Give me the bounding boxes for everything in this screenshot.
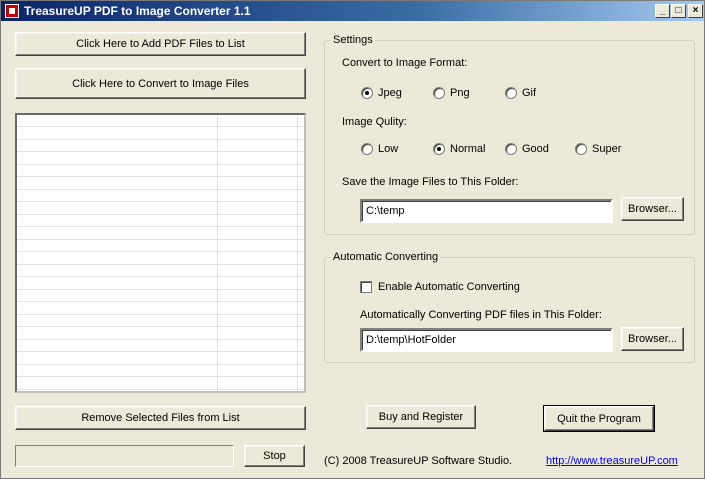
settings-legend: Settings (333, 34, 373, 46)
save-folder-label: Save the Image Files to This Folder: (342, 176, 519, 188)
convert-to-images-button[interactable]: Click Here to Convert to Image Files (15, 68, 306, 99)
maximize-button[interactable]: □ (671, 4, 686, 18)
hot-folder-input[interactable]: D:\temp\HotFolder (360, 328, 613, 352)
list-row[interactable] (17, 203, 304, 215)
list-row[interactable] (17, 253, 304, 265)
app-window: TreasureUP PDF to Image Converter 1.1 _ … (0, 0, 705, 479)
quality-radio-label: Super (592, 143, 622, 155)
quality-radio-label: Normal (450, 143, 486, 155)
list-row[interactable] (17, 178, 304, 190)
radio-dot-icon (433, 87, 445, 99)
list-row[interactable] (17, 140, 304, 152)
list-row[interactable] (17, 215, 304, 227)
title-bar[interactable]: TreasureUP PDF to Image Converter 1.1 _ … (1, 1, 704, 21)
save-folder-browse-button[interactable]: Browser... (621, 197, 684, 221)
format-radio-label: Jpeg (378, 87, 402, 99)
quality-radio-label: Good (522, 143, 549, 155)
list-row[interactable] (17, 153, 304, 165)
image-format-label: Convert to Image Format: (342, 57, 468, 69)
format-radio-label: Png (450, 87, 470, 99)
radio-dot-icon (361, 87, 373, 99)
quality-radio-label: Low (378, 143, 399, 155)
window-title: TreasureUP PDF to Image Converter 1.1 (24, 4, 251, 18)
list-row[interactable] (17, 328, 304, 340)
close-button[interactable]: × (688, 4, 703, 18)
list-row[interactable] (17, 165, 304, 177)
list-row[interactable] (17, 278, 304, 290)
remove-selected-files-button[interactable]: Remove Selected Files from List (15, 406, 306, 430)
copyright-text: (C) 2008 TreasureUP Software Studio. (324, 455, 513, 467)
list-row[interactable] (17, 228, 304, 240)
radio-dot-icon (505, 87, 517, 99)
pdf-file-list[interactable] (15, 113, 306, 393)
quality-radio-good[interactable]: Good (505, 143, 549, 155)
website-link[interactable]: http://www.treasureUP.com (546, 455, 678, 467)
hot-folder-browse-button[interactable]: Browser... (621, 327, 684, 351)
list-row[interactable] (17, 128, 304, 140)
hot-folder-label: Automatically Converting PDF files in Th… (360, 309, 602, 321)
list-row[interactable] (17, 115, 304, 127)
stop-button[interactable]: Stop (244, 445, 305, 467)
list-row[interactable] (17, 340, 304, 352)
quality-radio-low[interactable]: Low (361, 143, 398, 155)
radio-dot-icon (433, 143, 445, 155)
image-quality-label: Image Qulity: (342, 116, 407, 128)
list-row[interactable] (17, 365, 304, 377)
radio-dot-icon (361, 143, 373, 155)
list-row[interactable] (17, 303, 304, 315)
radio-dot-icon (575, 143, 587, 155)
minimize-button[interactable]: _ (655, 4, 670, 18)
quit-program-button[interactable]: Quit the Program (543, 405, 655, 432)
quality-radio-super[interactable]: Super (575, 143, 621, 155)
quality-radio-normal[interactable]: Normal (433, 143, 485, 155)
enable-automatic-converting-checkbox[interactable]: Enable Automatic Converting (360, 281, 520, 293)
checkbox-icon (360, 281, 372, 293)
list-row[interactable] (17, 378, 304, 390)
list-row[interactable] (17, 315, 304, 327)
format-radio-label: Gif (522, 87, 537, 99)
add-pdf-files-button[interactable]: Click Here to Add PDF Files to List (15, 32, 306, 56)
radio-dot-icon (505, 143, 517, 155)
enable-automatic-converting-label: Enable Automatic Converting (378, 281, 520, 293)
list-row[interactable] (17, 190, 304, 202)
app-icon (5, 4, 19, 18)
save-folder-input[interactable]: C:\temp (360, 199, 613, 223)
buy-and-register-button[interactable]: Buy and Register (366, 405, 476, 429)
automatic-converting-legend: Automatic Converting (333, 251, 439, 263)
conversion-progress-bar (15, 445, 234, 467)
list-row[interactable] (17, 240, 304, 252)
format-radio-jpeg[interactable]: Jpeg (361, 87, 402, 99)
list-row[interactable] (17, 353, 304, 365)
format-radio-png[interactable]: Png (433, 87, 470, 99)
list-row[interactable] (17, 290, 304, 302)
format-radio-gif[interactable]: Gif (505, 87, 536, 99)
list-row[interactable] (17, 265, 304, 277)
